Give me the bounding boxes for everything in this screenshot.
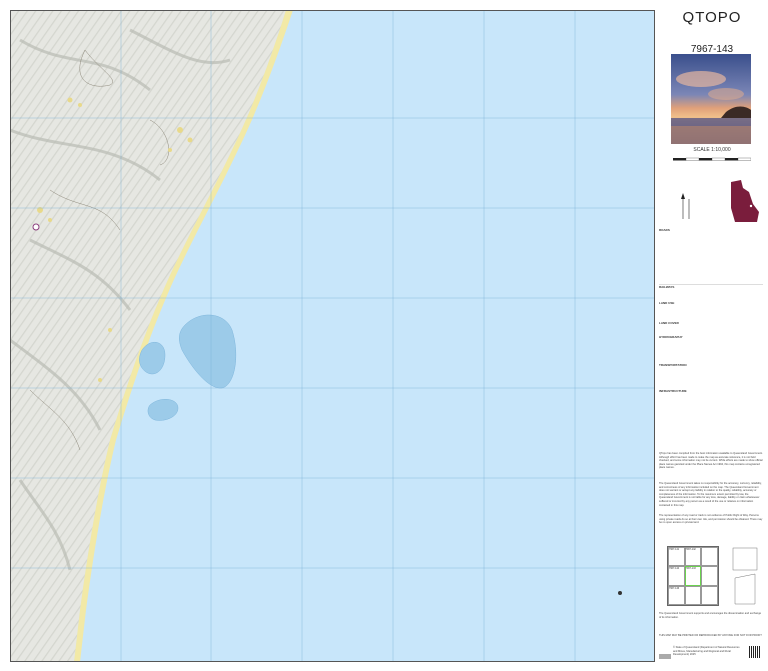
legend-infrastructure: INFRASTRUCTURE <box>659 389 687 393</box>
index-cell-current[interactable]: 7967-143 <box>684 566 702 586</box>
disclaimer-3: The representation of any road or track … <box>659 514 763 525</box>
north-arrow-icon <box>681 193 690 219</box>
index-cell <box>701 566 718 586</box>
resale-note: THIS MAP MAY BE PRINTED OR REPRODUCED BY… <box>659 634 762 637</box>
queensland-locator-icon <box>731 180 759 222</box>
disclaimer-2: The Queensland Government takes no respo… <box>659 482 762 507</box>
scale-label: SCALE 1:10,000 <box>693 147 731 153</box>
map-title: QTOPO <box>682 9 742 26</box>
cc-license-icon <box>659 654 671 659</box>
info-panel: QTOPO 7967-143 SCALE 1:10,000 ROADS RAIL… <box>659 6 765 666</box>
index-cell[interactable]: 7967-144 <box>668 566 685 586</box>
index-cell <box>684 585 702 605</box>
index-cell[interactable]: 7967-142 <box>684 547 702 567</box>
disclaimer-1: QTopo has been compiled from the best in… <box>659 452 763 470</box>
sheet-index: 7967-141 7967-142 7967-144 7967-143 7967… <box>667 546 719 606</box>
fold-diagram-icon <box>732 547 758 605</box>
navigation-mark[interactable] <box>618 591 622 595</box>
index-cell <box>701 585 718 605</box>
qr-code-icon[interactable] <box>749 646 761 658</box>
index-cell <box>701 547 718 567</box>
map-sheet: QTOPO 7967-143 SCALE 1:10,000 ROADS RAIL… <box>0 0 768 671</box>
index-cell[interactable]: 7967-146 <box>668 585 685 605</box>
survey-marker[interactable] <box>32 223 40 231</box>
disclaimer-4: The Queensland Government supports and e… <box>659 612 762 619</box>
scale-bar <box>673 157 751 161</box>
cover-photo <box>671 54 751 144</box>
index-cell[interactable]: 7967-141 <box>668 547 685 567</box>
topographic-map[interactable] <box>10 10 655 662</box>
copyright: © State of Queensland (Department of Nat… <box>673 646 740 657</box>
